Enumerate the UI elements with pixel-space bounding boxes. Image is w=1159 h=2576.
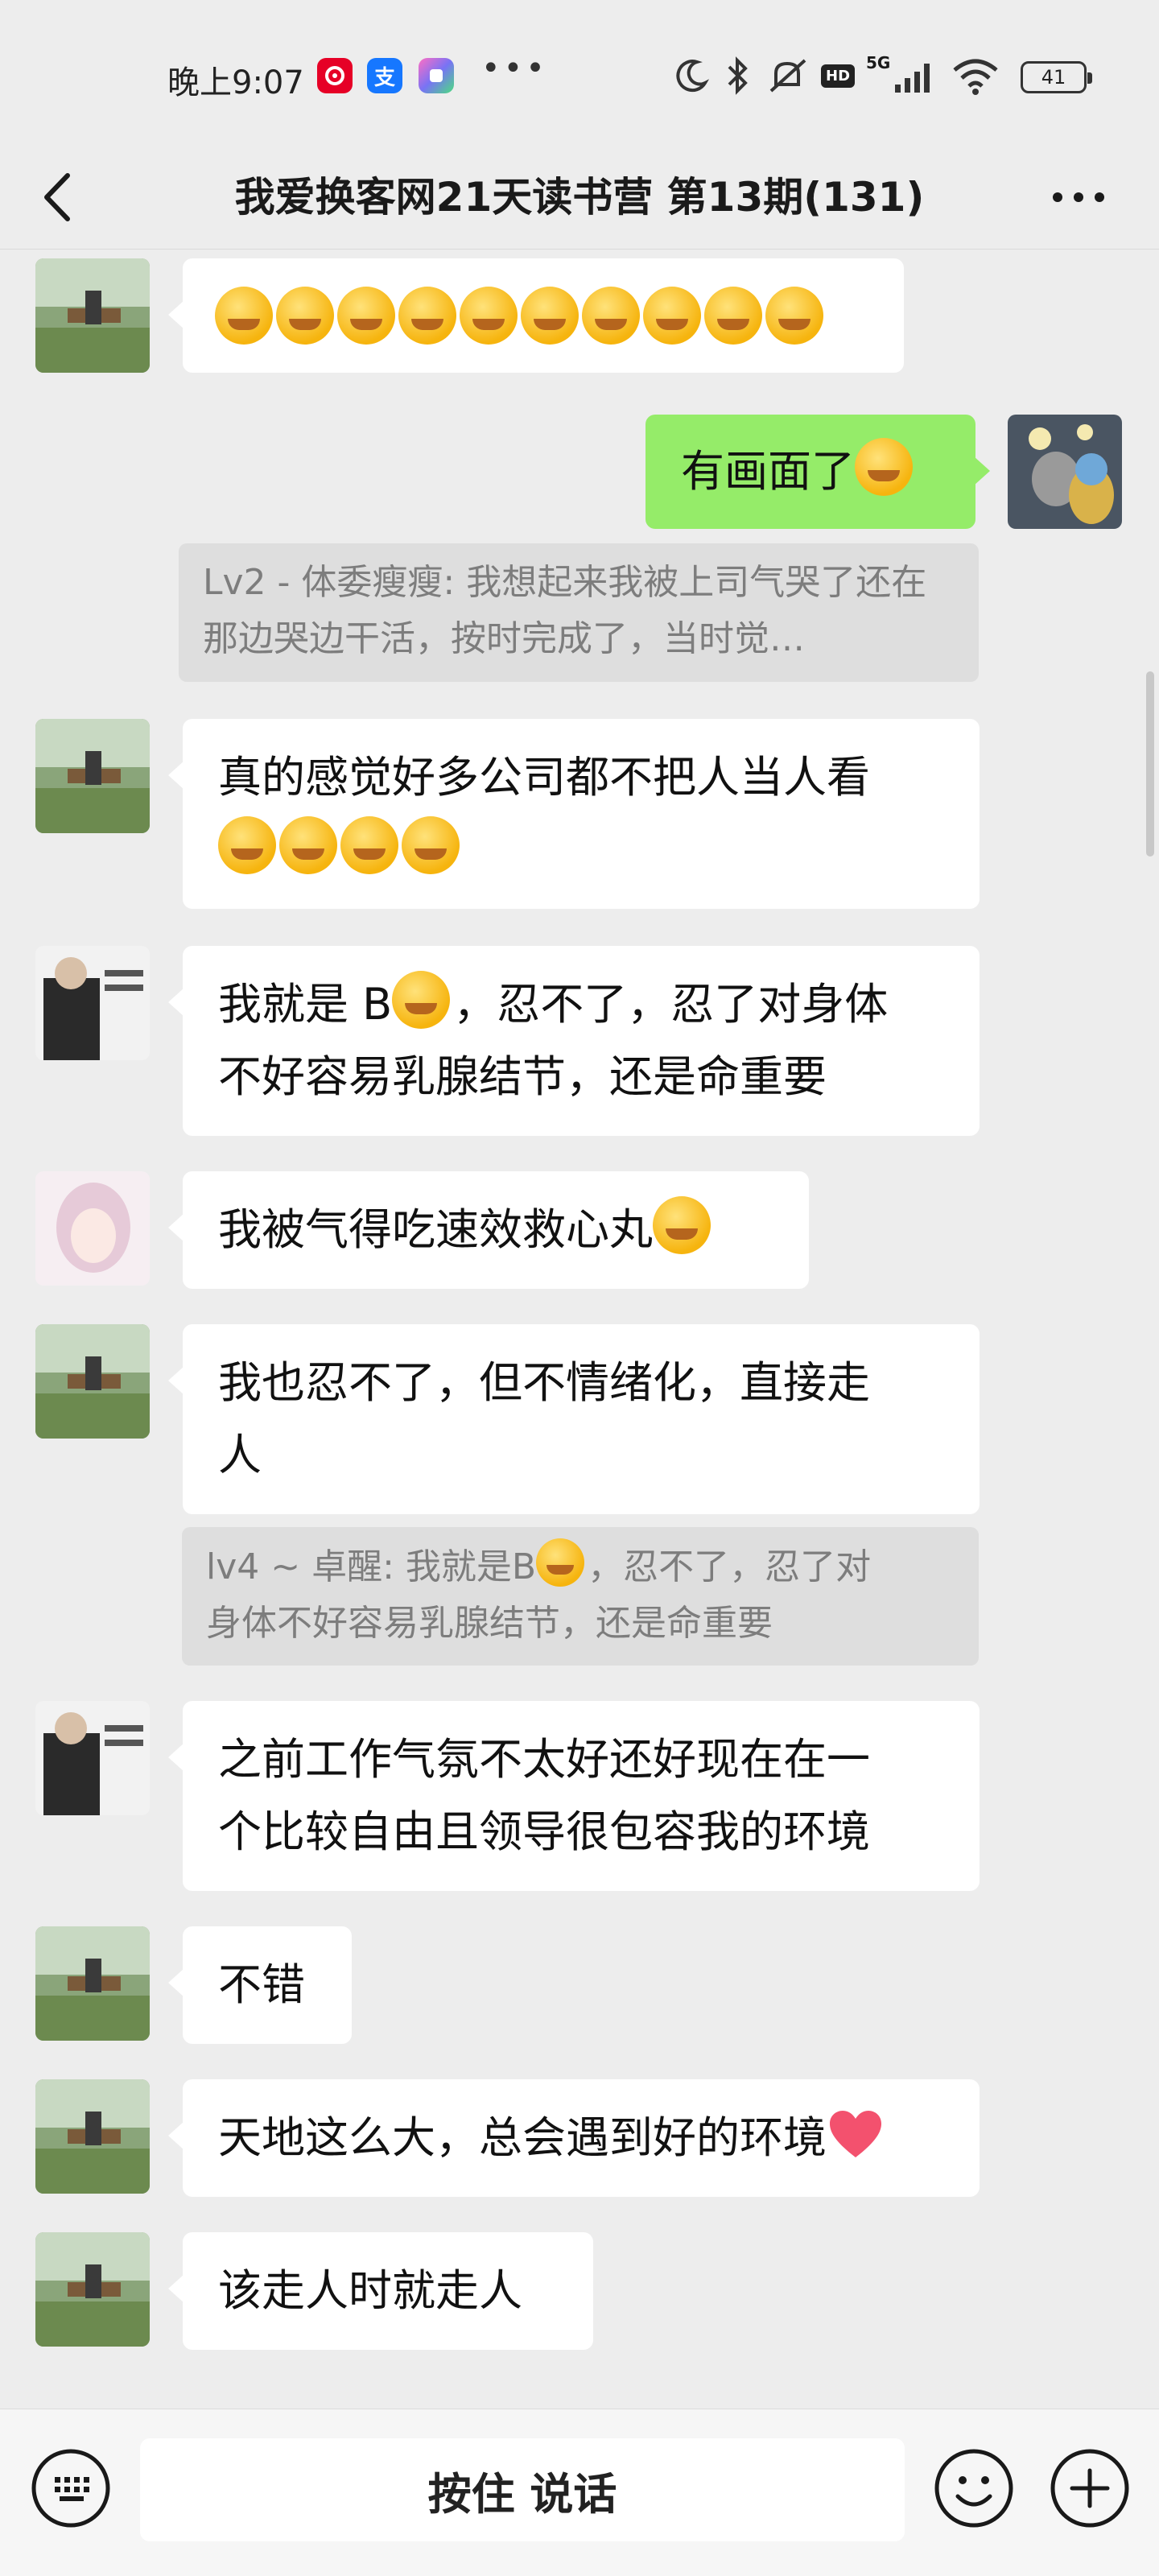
heart-icon xyxy=(830,2111,881,2157)
netease-music-icon xyxy=(317,58,353,93)
avatar-portrait[interactable] xyxy=(35,946,150,1060)
avatar-anime-girl[interactable] xyxy=(35,1171,150,1286)
crying-emoji xyxy=(521,287,579,345)
hold-to-talk-button[interactable]: 按住 说话 xyxy=(140,2438,905,2541)
avatar-landscape[interactable] xyxy=(35,2079,150,2194)
crying-emoji xyxy=(279,816,337,874)
message-text: 之前工作气氛不太好还好现在在一 xyxy=(218,1734,870,1785)
chat-header: 我爱换客网21天读书营 第13期(131) xyxy=(0,145,1159,250)
more-options-icon[interactable] xyxy=(1046,177,1111,217)
message-text: 不好容易乳腺结节，还是命重要 xyxy=(218,1051,827,1102)
back-arrow-icon[interactable] xyxy=(35,171,84,224)
emoji-icon[interactable] xyxy=(932,2446,1016,2530)
message-text: 有画面了 xyxy=(681,446,855,497)
status-bar: 晚上9:07 支 ••• HD 5G 41 xyxy=(0,0,1159,145)
plus-icon[interactable] xyxy=(1048,2446,1132,2530)
crying-emoji xyxy=(855,438,913,496)
status-icons: HD 5G xyxy=(673,53,1001,98)
moon-icon xyxy=(676,60,710,93)
message-text: 天地这么大，总会遇到好的环境 xyxy=(218,2112,827,2163)
crying-emoji xyxy=(402,816,460,874)
message-text: 我被气得吃速效救心丸 xyxy=(218,1204,653,1255)
message-bubble[interactable]: 不错 xyxy=(168,1926,352,2044)
mute-icon xyxy=(769,59,806,93)
avatar-landscape[interactable] xyxy=(35,2232,150,2347)
crying-emoji xyxy=(276,287,334,345)
crying-emoji xyxy=(460,287,518,345)
battery-icon: 41 xyxy=(1021,61,1092,93)
message-bubble[interactable]: 天地这么大，总会遇到好的环境 xyxy=(168,2079,980,2197)
quote-text: 身体不好容易乳腺结节，还是命重要 xyxy=(206,1603,773,1644)
wifi-icon xyxy=(953,59,998,95)
message-text: 我也忍不了，但不情绪化，直接走 xyxy=(218,1357,870,1408)
my-message-bubble[interactable]: 有画面了 xyxy=(645,415,990,529)
crying-emoji xyxy=(398,287,456,345)
laughing-emoji xyxy=(536,1538,585,1587)
quote-text: lv4 ~ 卓醒: 我就是B xyxy=(206,1546,537,1587)
avatar-landscape[interactable] xyxy=(35,258,150,373)
quote-text: Lv2 - 体委瘦瘦: 我想起来我被上司气哭了还在那边哭边干活，按时完成了，当时… xyxy=(203,562,927,659)
app-icon xyxy=(419,58,454,93)
message-bubble[interactable]: 我也忍不了，但不情绪化，直接走 人 xyxy=(168,1324,980,1514)
crying-emoji xyxy=(340,816,398,874)
crying-emoji xyxy=(643,287,701,345)
message-list[interactable]: 有画面了 Lv2 - 体委瘦瘦: 我想起来我被上司气哭了还在那边哭边干活，按时完… xyxy=(0,250,1159,2408)
avatar-landscape[interactable] xyxy=(35,1926,150,2041)
message-bubble[interactable]: 我被气得吃速效救心丸 xyxy=(168,1171,809,1289)
scrollbar[interactable] xyxy=(1146,671,1154,857)
message-bubble[interactable]: 该走人时就走人 xyxy=(168,2232,593,2350)
avatar-landscape[interactable] xyxy=(35,719,150,833)
message-text: 该走人时就走人 xyxy=(218,2265,522,2316)
quote-text: ，忍不了，忍了对 xyxy=(588,1546,872,1587)
crying-emoji xyxy=(337,287,395,345)
input-bar: 按住 说话 xyxy=(0,2409,1159,2576)
message-text: 个比较自由且领导很包容我的环境 xyxy=(218,1806,870,1857)
crying-emoji xyxy=(218,816,276,874)
hd-badge: HD xyxy=(821,64,856,88)
message-text: 人 xyxy=(218,1430,262,1480)
quoted-message[interactable]: lv4 ~ 卓醒: 我就是B ，忍不了，忍了对 身体不好容易乳腺结节，还是命重要 xyxy=(182,1527,979,1666)
quoted-message[interactable]: Lv2 - 体委瘦瘦: 我想起来我被上司气哭了还在那边哭边干活，按时完成了，当时… xyxy=(179,543,979,682)
laughing-emoji xyxy=(392,971,451,1029)
crying-emoji xyxy=(704,287,762,345)
message-bubble[interactable]: 真的感觉好多公司都不把人当人看 xyxy=(168,719,980,909)
message-text: ，忍不了，忍了对身体 xyxy=(453,979,889,1030)
crying-emoji xyxy=(215,287,273,345)
crying-emoji xyxy=(582,287,640,345)
bluetooth-icon xyxy=(728,56,748,95)
chat-title: 我爱换客网21天读书营 第13期(131) xyxy=(234,174,925,221)
more-notifications-icon: ••• xyxy=(481,50,548,87)
network-label: 5G xyxy=(866,53,891,72)
message-bubble[interactable]: 之前工作气氛不太好还好现在在一 个比较自由且领导很包容我的环境 xyxy=(168,1701,980,1891)
status-time: 晚上9:07 xyxy=(167,64,304,101)
keyboard-icon[interactable] xyxy=(29,2446,113,2530)
alipay-icon: 支 xyxy=(367,58,402,93)
avatar-cat-photo[interactable] xyxy=(1008,415,1122,529)
avatar-landscape[interactable] xyxy=(35,1324,150,1439)
crying-emoji xyxy=(653,1196,711,1254)
crying-emoji xyxy=(765,287,823,345)
message-bubble[interactable] xyxy=(168,258,904,373)
avatar-portrait[interactable] xyxy=(35,1701,150,1815)
message-text: 我就是 B xyxy=(218,979,393,1030)
message-text: 真的感觉好多公司都不把人当人看 xyxy=(218,752,870,803)
signal-icon xyxy=(895,64,930,93)
message-bubble[interactable]: 我就是 B ，忍不了，忍了对身体 不好容易乳腺结节，还是命重要 xyxy=(168,946,980,1136)
message-text: 不错 xyxy=(218,1959,305,2010)
